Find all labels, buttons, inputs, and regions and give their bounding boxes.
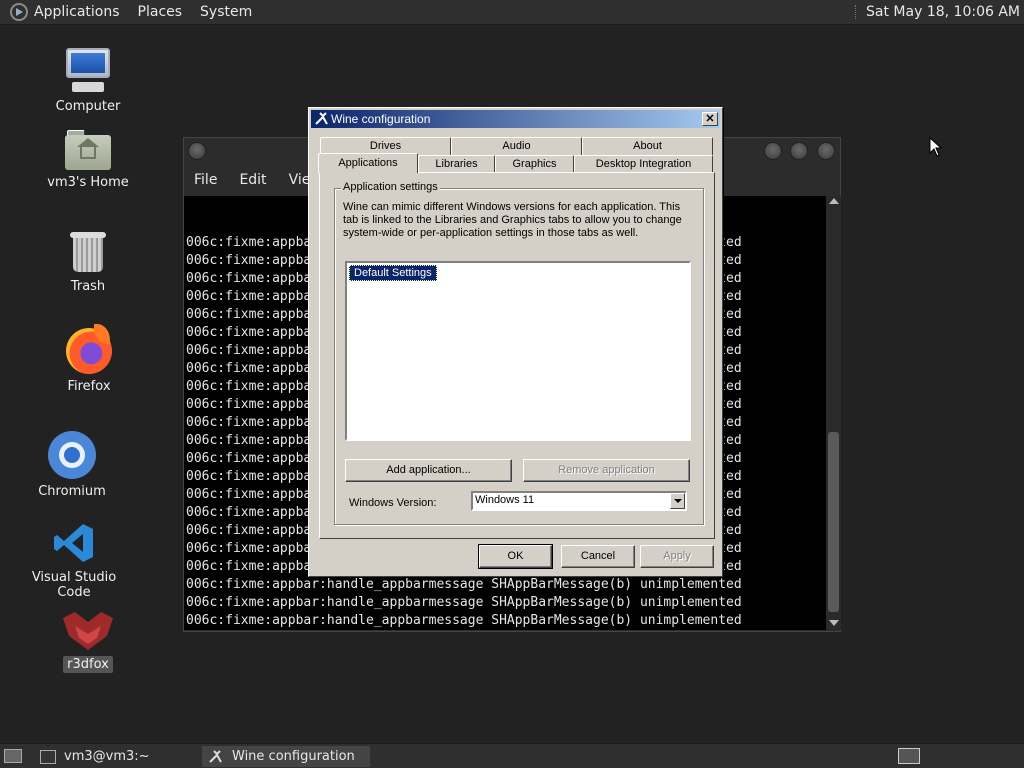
bottom-panel: vm3@vm3:~ Wine configuration: [0, 743, 1024, 768]
menu-file[interactable]: File: [194, 172, 217, 188]
close-button[interactable]: [817, 142, 835, 160]
desktop-icon-home[interactable]: vm3's Home: [28, 130, 148, 191]
computer-icon: [64, 46, 112, 94]
windows-version-select[interactable]: Windows 11: [471, 491, 687, 511]
tab-libraries[interactable]: Libraries: [418, 155, 495, 173]
menu-applications[interactable]: Applications: [34, 4, 120, 20]
taskbar-item-label: vm3@vm3:~: [64, 749, 150, 764]
ok-button[interactable]: OK: [478, 544, 553, 569]
firefox-icon: [66, 324, 112, 374]
desktop-icon-label: vm3's Home: [47, 175, 129, 190]
distro-logo-icon[interactable]: [10, 3, 28, 21]
tab-audio[interactable]: Audio: [451, 137, 582, 155]
scrollbar-thumb[interactable]: [828, 432, 839, 612]
desktop-icon-label: Visual Studio Code: [31, 570, 117, 600]
menu-places[interactable]: Places: [138, 4, 183, 20]
terminal-menubar: File Edit View: [194, 172, 322, 188]
group-label: Application settings: [341, 181, 440, 193]
applications-list[interactable]: Default Settings: [345, 261, 691, 441]
desktop-icon-label: Trash: [70, 279, 106, 294]
terminal-line: 006c:fixme:appbar:handle_appbarmessage S…: [186, 595, 742, 610]
clock[interactable]: Sat May 18, 10:06 AM: [866, 4, 1020, 20]
description-text: Wine can mimic different Windows version…: [343, 201, 682, 239]
desktop-icon-computer[interactable]: Computer: [28, 46, 148, 115]
desktop-icon-chromium[interactable]: Chromium: [12, 431, 132, 500]
window-menu-button[interactable]: [188, 142, 206, 160]
windows-version-label: Windows Version:: [349, 497, 437, 509]
maximize-button[interactable]: [790, 142, 808, 160]
menu-system[interactable]: System: [200, 4, 252, 20]
trash-icon: [68, 230, 108, 274]
menu-edit[interactable]: Edit: [239, 172, 266, 188]
vscode-icon: [52, 521, 96, 565]
desktop-icon-vscode[interactable]: Visual Studio Code: [14, 521, 134, 601]
desktop-icon-label: Computer: [55, 99, 121, 114]
tab-applications[interactable]: Applications: [318, 153, 418, 173]
terminal-icon: [40, 749, 56, 764]
desktop-icon-label: r3dfox: [63, 656, 113, 673]
r3dfox-icon: [61, 610, 115, 652]
tools-icon: [314, 111, 329, 126]
desktop-icon-label: Firefox: [67, 379, 111, 394]
taskbar-item-wine[interactable]: Wine configuration: [202, 746, 370, 767]
mouse-pointer-icon: [929, 136, 943, 157]
show-desktop-icon[interactable]: [4, 749, 22, 763]
cancel-button[interactable]: Cancel: [561, 545, 635, 568]
tab-page-applications: Application settings Wine can mimic diff…: [319, 172, 715, 539]
minimize-button[interactable]: [764, 142, 782, 160]
tab-about[interactable]: About: [582, 137, 713, 155]
list-item[interactable]: Default Settings: [349, 265, 437, 281]
tools-icon: [208, 749, 224, 764]
scroll-up-arrow-icon[interactable]: [829, 198, 839, 204]
add-application-button[interactable]: Add application...: [345, 459, 512, 482]
terminal-scrollbar[interactable]: [826, 196, 841, 630]
top-panel: Applications Places System Sat May 18, 1…: [0, 0, 1024, 25]
terminal-line: 006c:fixme:appbar:handle_appbarmessage S…: [186, 577, 742, 592]
windows-version-value: Windows 11: [475, 494, 535, 506]
taskbar-item-label: Wine configuration: [232, 749, 355, 764]
desktop-icon-label: Chromium: [38, 484, 106, 499]
tab-graphics[interactable]: Graphics: [495, 155, 574, 173]
wine-config-dialog: Wine configuration ✕ Drives Audio About …: [308, 107, 723, 577]
dialog-titlebar[interactable]: Wine configuration ✕: [311, 110, 720, 128]
scroll-down-arrow-icon[interactable]: [829, 620, 839, 626]
tab-desktop-integration[interactable]: Desktop Integration: [574, 155, 713, 173]
terminal-line: 006c:fixme:appbar:handle_appbarmessage S…: [186, 613, 742, 628]
desktop-icon-trash[interactable]: Trash: [28, 230, 148, 295]
desktop-icon-r3dfox[interactable]: r3dfox: [28, 610, 148, 673]
workspace-switcher[interactable]: [898, 748, 920, 764]
application-settings-group: Application settings Wine can mimic diff…: [334, 181, 704, 525]
home-folder-icon: [65, 130, 111, 170]
panel-separator: [855, 5, 858, 19]
dialog-title: Wine configuration: [331, 112, 431, 126]
remove-application-button[interactable]: Remove application: [523, 459, 690, 482]
desktop-icon-firefox[interactable]: Firefox: [29, 324, 149, 395]
dialog-close-button[interactable]: ✕: [702, 112, 718, 126]
chromium-icon: [48, 431, 96, 479]
apply-button[interactable]: Apply: [640, 545, 714, 568]
dropdown-arrow-icon[interactable]: [670, 493, 685, 509]
taskbar-item-terminal[interactable]: vm3@vm3:~: [34, 746, 198, 767]
